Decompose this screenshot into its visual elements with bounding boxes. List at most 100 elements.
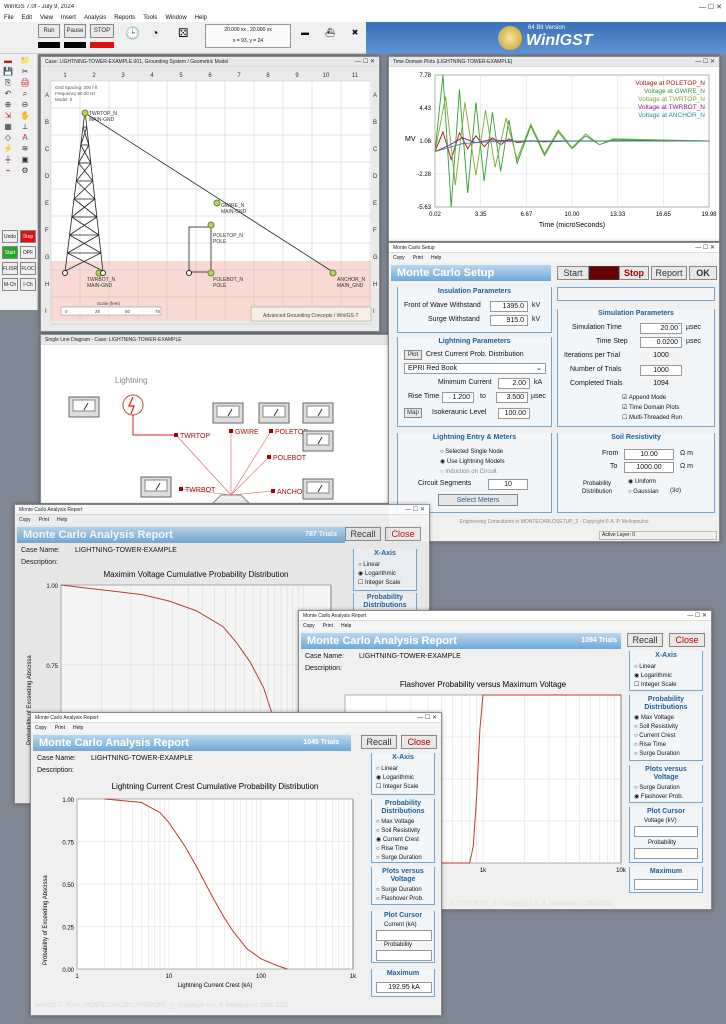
r2-recall-button[interactable]: Recall — [627, 633, 663, 647]
tool-icon-0[interactable]: ▬ — [3, 56, 13, 66]
menu-reports[interactable]: Reports — [114, 15, 135, 21]
ship-icon[interactable]: ⛴ — [325, 28, 335, 38]
r1-window-controls[interactable]: — ☐ ✕ — [405, 506, 425, 513]
r3-pd-option[interactable]: Rise Time — [376, 845, 422, 854]
gaussian-option[interactable]: Gaussian — [628, 488, 658, 497]
mc-window-controls[interactable]: — ☐ ✕ — [695, 244, 715, 251]
sld-node[interactable] — [179, 487, 183, 491]
menu-insert[interactable]: Insert — [61, 15, 76, 21]
menu-help[interactable]: Help — [195, 15, 207, 21]
tool-icon-6[interactable]: ↶ — [3, 89, 13, 99]
menu-analysis[interactable]: Analysis — [84, 15, 106, 21]
tool-icon-1[interactable]: 📁 — [20, 56, 30, 66]
opt-single-node[interactable]: Selected Single Node — [440, 448, 503, 457]
r3-cursor-current[interactable] — [376, 930, 432, 941]
r1-integer[interactable]: ☐ Integer Scale — [358, 579, 400, 586]
tool-m-ch[interactable]: M-Ch — [2, 278, 18, 291]
stop-button[interactable]: STOP — [90, 24, 114, 38]
multithread-checkbox[interactable]: ☐ Multi-Threaded Run — [622, 414, 682, 421]
r3-pv-option[interactable]: Surge Duration — [376, 886, 424, 895]
plot-button[interactable]: Plot — [404, 350, 422, 360]
tool-icon-10[interactable]: ⇲ — [3, 111, 13, 121]
mc-menu-print[interactable]: Print — [413, 255, 423, 261]
r3-pv-option[interactable]: Flashover Prob. — [376, 895, 423, 904]
menu-window[interactable]: Window — [165, 15, 186, 21]
tool-i-ch[interactable]: I-Ch — [20, 278, 36, 291]
sld-node[interactable] — [271, 489, 275, 493]
tool-icon-3[interactable]: ✂ — [20, 67, 30, 77]
r3-close-button[interactable]: Close — [401, 735, 437, 749]
run-button[interactable]: Run — [38, 24, 60, 38]
report-button[interactable]: Report — [651, 266, 687, 280]
surge-input[interactable]: 915.0 — [490, 315, 528, 326]
gauge-icon[interactable]: ◔ — [150, 27, 160, 39]
geo-node-marker[interactable] — [207, 221, 215, 229]
tool-icon-7[interactable]: ⌕ — [20, 89, 30, 99]
geo-node-marker[interactable] — [207, 269, 215, 277]
r2-pd-option[interactable]: Surge Duration — [634, 750, 679, 759]
trials-input[interactable]: 1000 — [640, 365, 682, 376]
r1-log[interactable]: Logarithmic — [358, 570, 396, 579]
time-domain-plot[interactable]: 7.78 4.43 1.08 -2.28 -5.630.02 3.35 6.67 10.00 1… — [389, 67, 719, 241]
tool-icon-2[interactable]: 💾 — [3, 67, 13, 77]
menu-edit[interactable]: Edit — [22, 15, 32, 21]
r2-pv-option[interactable]: Surge Duration — [634, 784, 683, 793]
r3-log[interactable]: Logarithmic — [376, 774, 414, 783]
time-domain-checkbox[interactable]: Time Domain Plots — [622, 404, 679, 411]
r2-menu-copy[interactable]: Copy — [303, 623, 315, 629]
r2-cursor-prob[interactable] — [634, 848, 698, 859]
r3-pd-option[interactable]: Current Crest — [376, 836, 422, 845]
r2-linear[interactable]: Linear — [634, 663, 656, 672]
geometric-model-canvas[interactable]: 1 2 3 4 5 6 7 8 9 10 11A AB BC CD DE EF FG GH HI IGrid Spac… — [41, 67, 379, 331]
tool-icon-19[interactable]: ▣ — [20, 155, 30, 165]
r3-linear[interactable]: Linear — [376, 765, 398, 774]
rise-from-input[interactable]: 1.200 — [442, 392, 474, 403]
append-mode-checkbox[interactable]: Append Mode — [622, 394, 666, 401]
opt-lightning-models[interactable]: Use Lightning Models — [440, 458, 505, 467]
tool-step[interactable]: Step — [20, 230, 36, 243]
r3-menu-help[interactable]: Help — [73, 725, 83, 731]
r1-menu-copy[interactable]: Copy — [19, 517, 31, 523]
soil-to-input[interactable]: 1000.00 — [624, 462, 674, 473]
tool-icon-16[interactable]: ⚡ — [3, 144, 13, 154]
menu-tools[interactable]: Tools — [143, 15, 157, 21]
tool-icon-18[interactable]: ⏚ — [3, 155, 13, 165]
tool-icon-15[interactable]: A — [20, 133, 30, 143]
r2-window-controls[interactable]: — ☐ ✕ — [687, 612, 707, 619]
sim-time-input[interactable]: 20.00 — [640, 323, 682, 334]
tool-undo[interactable]: Undo — [2, 230, 18, 243]
tool-icon-20[interactable]: ⌁ — [3, 166, 13, 176]
tool-icon-21[interactable]: ⚙ — [20, 166, 30, 176]
pause-button[interactable]: Pause — [64, 24, 86, 38]
time-step-input[interactable]: 0.0200 — [640, 337, 682, 348]
sld-node[interactable] — [267, 455, 271, 459]
seg-input[interactable]: 10 — [488, 479, 528, 490]
stop-run-button[interactable]: Stop — [619, 266, 649, 280]
r2-pd-option[interactable]: Max Voltage — [634, 714, 680, 723]
tool-icon-13[interactable]: ⟂ — [20, 122, 30, 132]
r3-recall-button[interactable]: Recall — [361, 735, 397, 749]
sld-node[interactable] — [269, 429, 273, 433]
rise-to-input[interactable]: 3.500 — [496, 392, 528, 403]
iso-input[interactable]: 100.00 — [498, 408, 530, 419]
window-controls[interactable]: — ☐ ✕ — [699, 3, 722, 11]
r3-pd-option[interactable]: Max Voltage — [376, 818, 422, 827]
r1-recall-button[interactable]: Recall — [345, 527, 381, 541]
r2-pd-option[interactable]: Current Crest — [634, 732, 680, 741]
r3-menu-copy[interactable]: Copy — [35, 725, 47, 731]
tool-icon-5[interactable]: 🖨 — [20, 78, 30, 88]
ok-button[interactable]: OK — [689, 266, 717, 280]
r1-menu-print[interactable]: Print — [39, 517, 49, 523]
tool-icon-9[interactable]: ⊖ — [20, 100, 30, 110]
fow-input[interactable]: 1395.0 — [490, 301, 528, 312]
geo-node-marker[interactable] — [81, 109, 89, 117]
r1-linear[interactable]: Linear — [358, 561, 380, 570]
r3-window-controls[interactable]: — ☐ ✕ — [417, 714, 437, 721]
dice-icon[interactable]: ⚄ — [178, 27, 188, 39]
tool-start[interactable]: Start — [2, 246, 18, 259]
sld-node[interactable] — [174, 433, 178, 437]
r2-integer[interactable]: ☐ Integer Scale — [634, 681, 676, 688]
menu-file[interactable]: File — [4, 15, 14, 21]
r2-menu-print[interactable]: Print — [323, 623, 333, 629]
tool-icon-17[interactable]: ≋ — [20, 144, 30, 154]
